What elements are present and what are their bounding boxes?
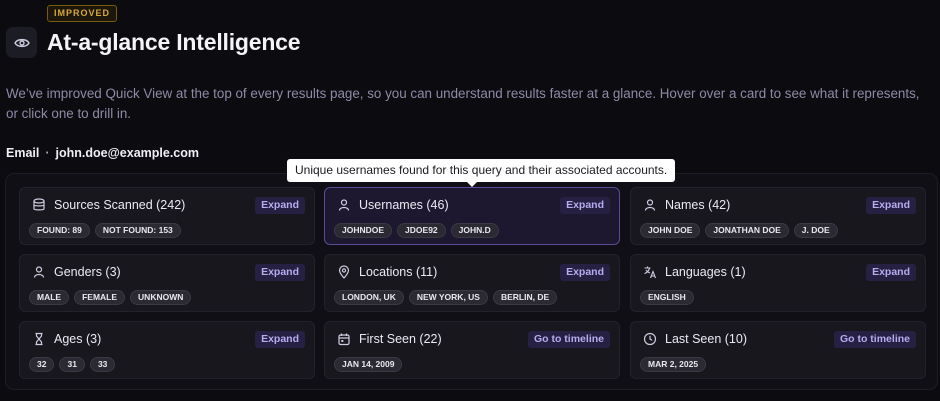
expand-button[interactable]: Expand	[866, 264, 916, 281]
card-usernames[interactable]: Usernames (46) Expand JOHNDOE JDOE92 JOH…	[324, 187, 620, 245]
card-title: Locations (11)	[359, 265, 438, 279]
chip: FOUND: 89	[29, 223, 90, 238]
card-ages[interactable]: Ages (3) Expand 32 31 33	[19, 321, 315, 379]
user-icon	[32, 265, 46, 279]
query-separator: ·	[45, 146, 50, 160]
card-title: Usernames (46)	[359, 198, 449, 212]
chip: JOHN DOE	[640, 223, 701, 238]
user-icon	[337, 198, 351, 212]
chip-list: MALE FEMALE UNKNOWN	[29, 290, 192, 305]
chip: UNKNOWN	[130, 290, 192, 305]
chip: NEW YORK, US	[408, 290, 488, 305]
chip: MALE	[29, 290, 70, 305]
hourglass-icon	[32, 332, 46, 346]
card-title: Ages (3)	[54, 332, 102, 346]
location-pin-icon	[337, 265, 351, 279]
card-title: Genders (3)	[54, 265, 121, 279]
clock-icon	[643, 332, 657, 346]
improved-badge: IMPROVED	[47, 5, 118, 22]
page-title: At-a-glance Intelligence	[47, 29, 301, 55]
expand-button[interactable]: Expand	[255, 197, 305, 214]
chip-list: JOHN DOE JONATHAN DOE J. DOE	[640, 223, 838, 238]
expand-button[interactable]: Expand	[560, 264, 610, 281]
translate-icon	[643, 265, 657, 279]
expand-button[interactable]: Expand	[255, 331, 305, 348]
chip: J. DOE	[793, 223, 838, 238]
card-genders[interactable]: Genders (3) Expand MALE FEMALE UNKNOWN	[19, 254, 315, 312]
card-title: Last Seen (10)	[665, 332, 747, 346]
quick-view-panel: Sources Scanned (242) Expand FOUND: 89 N…	[5, 173, 938, 390]
card-tooltip: Unique usernames found for this query an…	[287, 159, 676, 187]
chip: LONDON, UK	[334, 290, 404, 305]
query-value: john.doe@example.com	[55, 146, 200, 160]
user-icon	[643, 198, 657, 212]
chip: NOT FOUND: 153	[94, 223, 181, 238]
chip: ENGLISH	[640, 290, 694, 305]
chip: JDOE92	[397, 223, 446, 238]
chip: BERLIN, DE	[492, 290, 558, 305]
go-to-timeline-button[interactable]: Go to timeline	[527, 331, 610, 348]
card-title: Names (42)	[665, 198, 731, 212]
chip: 32	[29, 357, 55, 372]
card-names[interactable]: Names (42) Expand JOHN DOE JONATHAN DOE …	[630, 187, 926, 245]
go-to-timeline-button[interactable]: Go to timeline	[833, 331, 916, 348]
chip: MAR 2, 2025	[640, 357, 707, 372]
chip: JAN 14, 2009	[334, 357, 403, 372]
card-locations[interactable]: Locations (11) Expand LONDON, UK NEW YOR…	[324, 254, 620, 312]
chip-list: FOUND: 89 NOT FOUND: 153	[29, 223, 181, 238]
card-last-seen[interactable]: Last Seen (10) Go to timeline MAR 2, 202…	[630, 321, 926, 379]
query-type: Email	[6, 146, 40, 160]
card-languages[interactable]: Languages (1) Expand ENGLISH	[630, 254, 926, 312]
chip: 31	[59, 357, 85, 372]
chip: JOHN.D	[450, 223, 499, 238]
chip-list: JAN 14, 2009	[334, 357, 403, 372]
card-title: Languages (1)	[665, 265, 746, 279]
chip: 33	[89, 357, 116, 372]
expand-button[interactable]: Expand	[866, 197, 916, 214]
intro-text: We’ve improved Quick View at the top of …	[6, 86, 920, 121]
card-first-seen[interactable]: First Seen (22) Go to timeline JAN 14, 2…	[324, 321, 620, 379]
chip-list: JOHNDOE JDOE92 JOHN.D	[334, 223, 499, 238]
chip: JOHNDOE	[334, 223, 393, 238]
database-icon	[32, 198, 46, 212]
expand-button[interactable]: Expand	[560, 197, 610, 214]
expand-button[interactable]: Expand	[255, 264, 305, 281]
chip: JONATHAN DOE	[705, 223, 789, 238]
chip-list: LONDON, UK NEW YORK, US BERLIN, DE	[334, 290, 558, 305]
card-title: First Seen (22)	[359, 332, 442, 346]
chip-list: ENGLISH	[640, 290, 694, 305]
chip-list: 32 31 33	[29, 357, 116, 372]
calendar-icon	[337, 332, 351, 346]
query-summary: Email · john.doe@example.com	[6, 146, 199, 160]
chip-list: MAR 2, 2025	[640, 357, 707, 372]
chip: FEMALE	[74, 290, 126, 305]
eye-icon	[6, 27, 37, 58]
card-title: Sources Scanned (242)	[54, 198, 186, 212]
card-sources-scanned[interactable]: Sources Scanned (242) Expand FOUND: 89 N…	[19, 187, 315, 245]
